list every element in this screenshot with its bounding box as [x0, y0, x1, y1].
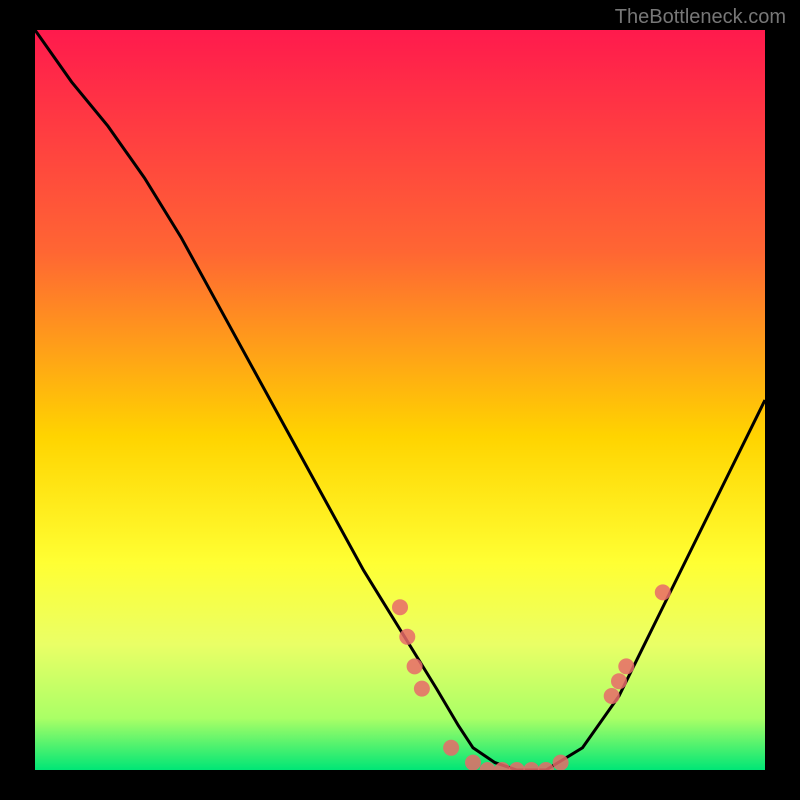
data-point — [618, 658, 634, 674]
gradient-background — [35, 30, 765, 770]
data-point — [414, 681, 430, 697]
chart-container: TheBottleneck.com — [0, 0, 800, 800]
data-point — [407, 658, 423, 674]
data-point — [392, 599, 408, 615]
chart-svg — [35, 30, 765, 770]
data-point — [611, 673, 627, 689]
data-point — [465, 755, 481, 770]
data-point — [604, 688, 620, 704]
data-point — [399, 629, 415, 645]
data-point — [655, 584, 671, 600]
data-point — [553, 755, 569, 770]
data-point — [443, 740, 459, 756]
plot-area — [35, 30, 765, 770]
watermark-text: TheBottleneck.com — [615, 6, 786, 29]
